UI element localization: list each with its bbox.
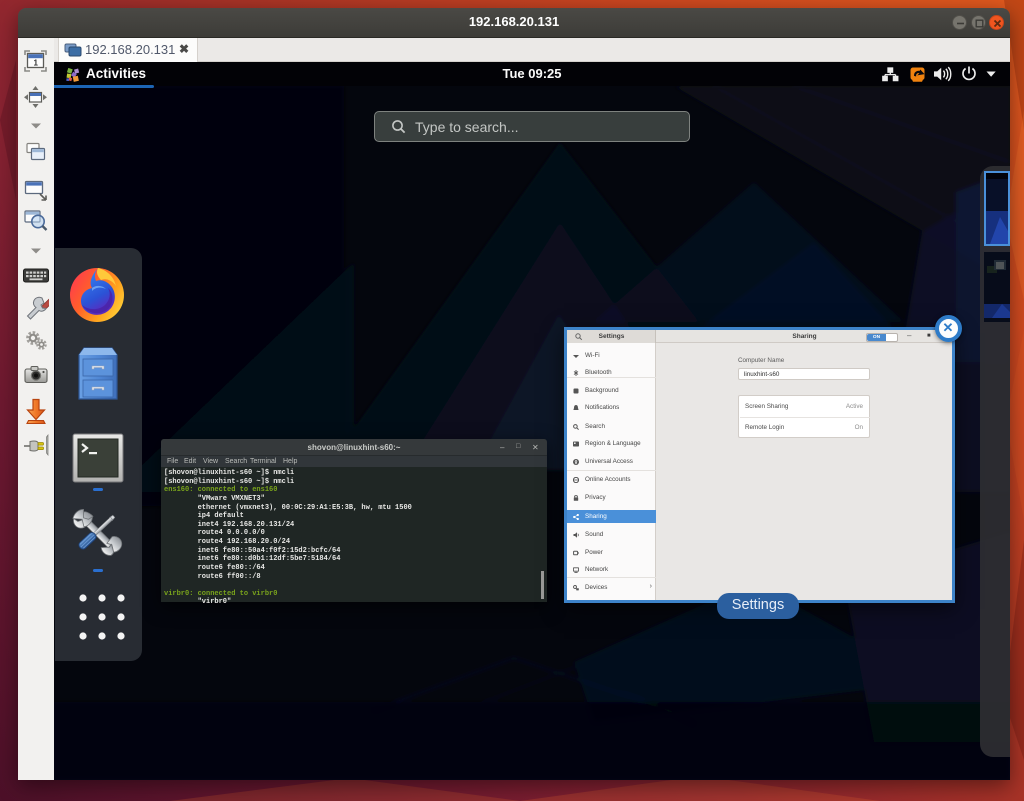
svg-text:1: 1 (34, 59, 39, 68)
